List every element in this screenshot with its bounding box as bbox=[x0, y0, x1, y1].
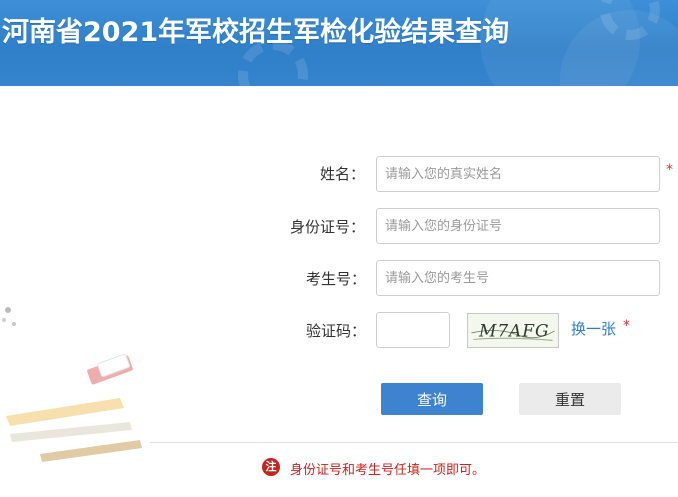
refresh-captcha-link[interactable]: 换一张 bbox=[571, 318, 616, 339]
header-banner: 河南省2021年军校招生军检化验结果查询 bbox=[0, 0, 678, 86]
captcha-input[interactable] bbox=[376, 312, 450, 348]
pencils-decoration-icon bbox=[2, 307, 142, 462]
id-number-label: 身份证号： bbox=[290, 218, 366, 236]
note-icon: 注 bbox=[262, 458, 280, 476]
reset-button[interactable]: 重置 bbox=[519, 383, 621, 415]
note-text: 身份证号和考生号任填一项即可。 bbox=[290, 463, 486, 478]
exam-number-input[interactable] bbox=[376, 260, 660, 296]
captcha-text: M7AFG bbox=[478, 322, 549, 342]
divider bbox=[150, 442, 678, 443]
captcha-label: 验证码： bbox=[306, 322, 367, 340]
id-number-input[interactable] bbox=[376, 208, 660, 244]
exam-number-label: 考生号： bbox=[306, 270, 367, 288]
captcha-image[interactable]: M7AFG bbox=[467, 313, 559, 348]
name-label: 姓名： bbox=[320, 165, 366, 183]
query-button[interactable]: 查询 bbox=[381, 383, 483, 415]
page-title: 河南省2021年军校招生军检化验结果查询 bbox=[2, 17, 510, 48]
required-mark: * bbox=[666, 162, 673, 178]
required-mark: * bbox=[623, 318, 630, 334]
name-input[interactable] bbox=[376, 156, 660, 192]
